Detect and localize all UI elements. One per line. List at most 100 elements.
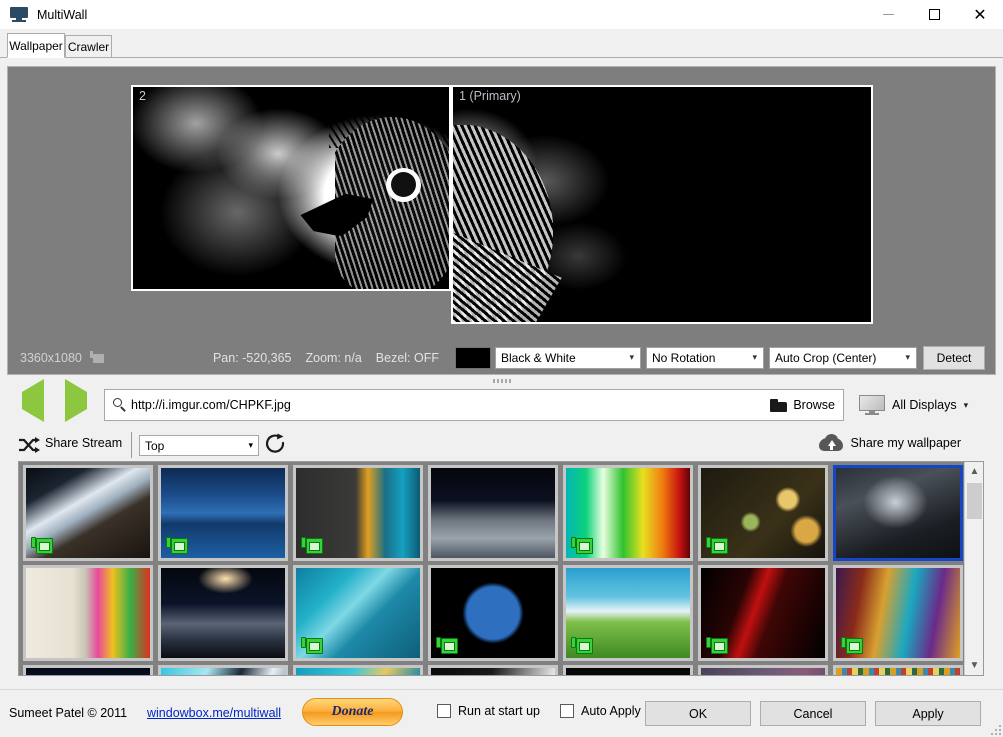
window-controls: ✕ <box>865 0 1003 29</box>
thumbnail-image <box>701 668 825 675</box>
thumbnail-colorful-stripes[interactable] <box>833 665 963 675</box>
effect-select-value: Black & White <box>501 350 576 365</box>
effect-select[interactable]: Black & White ▾ <box>495 346 641 369</box>
background-color-swatch[interactable] <box>455 346 491 369</box>
rotation-select-value: No Rotation <box>652 350 716 365</box>
thumbs-up-icon[interactable] <box>706 635 728 654</box>
share-my-wallpaper-button[interactable]: Share my wallpaper <box>818 434 961 451</box>
folder-icon <box>770 398 788 412</box>
maximize-icon[interactable] <box>911 0 957 29</box>
ok-button[interactable]: OK <box>645 701 751 726</box>
chevron-down-icon: ▾ <box>248 440 253 450</box>
displays-dropdown-label: All Displays <box>892 398 957 412</box>
thumbs-up-icon[interactable] <box>571 635 593 654</box>
chevron-down-icon[interactable]: ▼ <box>965 656 983 675</box>
auto-apply-checkbox[interactable]: Auto Apply <box>560 704 641 718</box>
monitor-preview-2[interactable]: 2 <box>131 85 451 291</box>
refresh-icon[interactable] <box>265 433 287 457</box>
splitter-grip-icon <box>492 379 511 383</box>
thumbs-up-icon[interactable] <box>436 635 458 654</box>
cancel-button[interactable]: Cancel <box>760 701 866 726</box>
thumbs-up-icon[interactable] <box>706 535 728 554</box>
share-my-wallpaper-label: Share my wallpaper <box>850 435 961 450</box>
tab-wallpaper-label: Wallpaper <box>9 38 63 53</box>
monitor-icon <box>859 395 885 415</box>
thumbnail-image <box>26 668 150 675</box>
thumbs-up-icon[interactable] <box>166 535 188 554</box>
apply-button-label: Apply <box>912 706 944 721</box>
tab-strip: Wallpaper Crawler <box>0 29 1003 58</box>
shuffle-icon[interactable] <box>18 436 40 454</box>
website-link[interactable]: windowbox.me/multiwall <box>147 706 281 720</box>
thumbnail-dark-blue-night[interactable] <box>23 665 153 675</box>
next-arrow-icon[interactable] <box>65 379 93 422</box>
thumbnail-dark-abstract-teal[interactable] <box>293 465 423 561</box>
thumbnail-image <box>161 668 285 675</box>
thumbnail-image <box>566 668 690 675</box>
tab-crawler-label: Crawler <box>67 39 110 54</box>
thumbnail-scrollbar[interactable]: ▲ ▼ <box>964 462 983 675</box>
close-icon[interactable]: ✕ <box>957 0 1003 29</box>
thumbnail-earth-sunrise-from-space[interactable] <box>158 565 288 661</box>
thumbnail-golden-bokeh-lights[interactable] <box>698 465 828 561</box>
monitor-preview-1[interactable]: 1 (Primary) <box>451 85 873 324</box>
stream-select[interactable]: Top ▾ <box>139 435 259 456</box>
thumbnail-earth-from-orbit[interactable] <box>23 465 153 561</box>
thumbs-up-icon[interactable] <box>841 635 863 654</box>
thumbnail-space-shuttle-over-ocean[interactable] <box>293 565 423 661</box>
wallpaper-image-left <box>133 87 449 289</box>
search-icon <box>113 398 127 412</box>
thumbnail-image <box>26 568 150 658</box>
previous-arrow-icon[interactable] <box>22 379 50 422</box>
detect-button[interactable]: Detect <box>923 345 985 370</box>
chevron-up-icon[interactable]: ▲ <box>965 462 983 481</box>
displays-dropdown[interactable]: All Displays ▾ <box>859 391 968 419</box>
thumbnail-green-field-clouds[interactable] <box>563 565 693 661</box>
wallpaper-thumbnail-panel[interactable]: ▲ ▼ <box>18 461 984 676</box>
thumbnail-image <box>836 468 960 558</box>
chevron-down-icon: ▾ <box>963 399 969 410</box>
tab-wallpaper[interactable]: Wallpaper <box>7 33 65 58</box>
resize-grip-icon[interactable] <box>989 723 1001 735</box>
thumbnail-hawk-portrait[interactable] <box>833 465 963 561</box>
thumbnail-purple-haze[interactable] <box>698 665 828 675</box>
thumbnail-black-minimal[interactable] <box>563 665 693 675</box>
share-row: Share Stream Top ▾ Share my wallpaper <box>7 427 996 463</box>
thumbnail-blue-city-skyline[interactable] <box>158 465 288 561</box>
minimize-icon[interactable] <box>865 0 911 29</box>
thumbs-up-icon[interactable] <box>89 350 104 365</box>
tab-crawler[interactable]: Crawler <box>65 35 112 58</box>
bezel-label: Bezel: OFF <box>375 350 439 365</box>
rotation-select[interactable]: No Rotation ▾ <box>646 346 764 369</box>
wallpaper-preview-panel[interactable]: 2 1 (Primary) 3360x1080 Pan: -520,365 Zo… <box>7 66 996 375</box>
thumbs-up-icon[interactable] <box>301 535 323 554</box>
thumbs-up-icon[interactable] <box>571 535 593 554</box>
browse-button[interactable]: Browse <box>770 398 835 412</box>
thumbs-up-icon[interactable] <box>31 535 53 554</box>
url-input[interactable]: http://i.imgur.com/CHPKF.jpg Browse <box>104 389 844 421</box>
scrollbar-thumb[interactable] <box>967 483 982 519</box>
thumbnail-image <box>431 468 555 558</box>
thumbnail-astronaut-on-moon[interactable] <box>428 465 558 561</box>
donate-button[interactable]: Donate <box>302 698 403 726</box>
thumbnail-monochrome-scene[interactable] <box>428 665 558 675</box>
thumbnail-left-right-brain[interactable] <box>23 565 153 661</box>
wallpaper-image-right <box>453 87 871 322</box>
thumbs-up-icon[interactable] <box>301 635 323 654</box>
detect-button-label: Detect <box>936 350 972 365</box>
ok-button-label: OK <box>688 706 708 721</box>
thumbnail-fantasy-heroes-artwork[interactable] <box>833 565 963 661</box>
run-at-startup-checkbox[interactable]: Run at start up <box>437 704 540 718</box>
thumbnail-rainbow-spectrum-bars[interactable] <box>563 465 693 561</box>
share-stream-label: Share Stream <box>45 436 123 450</box>
thumbnail-red-circuit-lines[interactable] <box>698 565 828 661</box>
title-bar: MultiWall ✕ <box>0 0 1003 29</box>
apply-button[interactable]: Apply <box>875 701 981 726</box>
thumbnail-turquoise-water[interactable] <box>293 665 423 675</box>
thumbnail-image <box>161 568 285 658</box>
thumbnail-blue-marble-earth[interactable] <box>428 565 558 661</box>
app-monitor-icon <box>10 6 28 23</box>
crop-select[interactable]: Auto Crop (Center) ▾ <box>769 346 917 369</box>
thumbnail-cyan-abstract[interactable] <box>158 665 288 675</box>
auto-apply-label: Auto Apply <box>581 704 641 718</box>
